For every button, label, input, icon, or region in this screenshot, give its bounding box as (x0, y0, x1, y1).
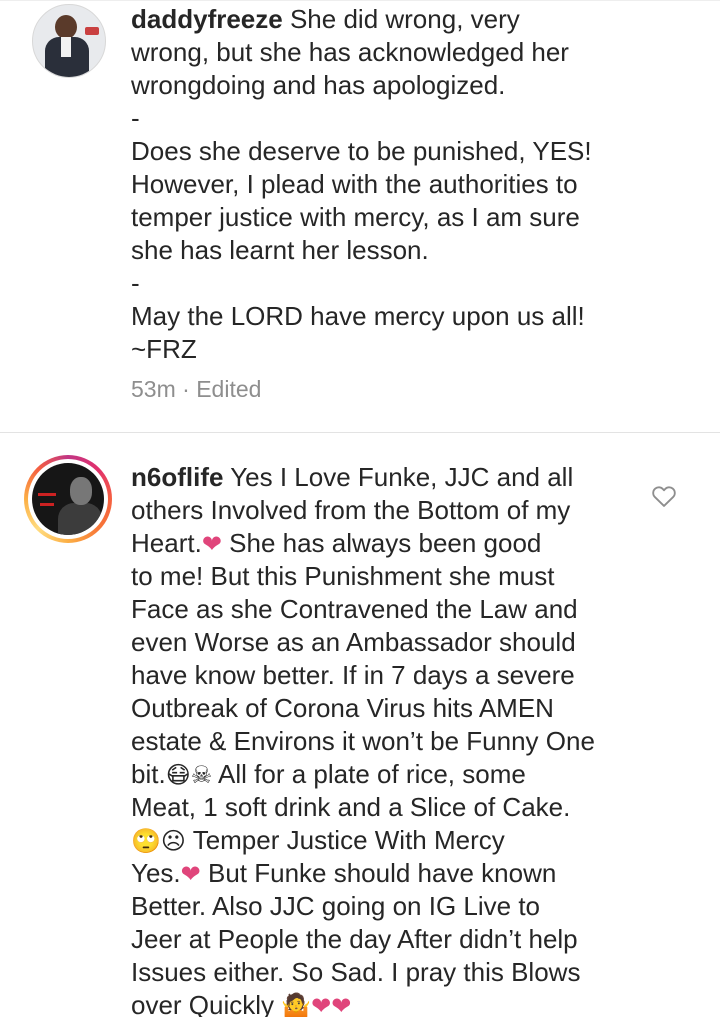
comment-text-segment: But Funke should have known (207, 858, 557, 888)
story-ring-gap (28, 459, 108, 539)
comment-line: have know better. If in 7 days a severe (131, 660, 575, 690)
comment-line: Issues either. So Sad. I pray this Blows (131, 957, 581, 987)
comment-text: n6oflife Yes I Love Funke, JJC and all o… (131, 461, 631, 1022)
avatar-body (58, 503, 102, 535)
comment-time[interactable]: 53m (131, 376, 176, 402)
comment-line: Better. Also JJC going on IG Live to (131, 891, 541, 921)
comment-line: - (131, 103, 140, 133)
bottom-fade (0, 1017, 720, 1032)
edited-label: Edited (196, 376, 262, 402)
comment-line: bit.😷☠ All for a plate of rice, some (131, 758, 631, 791)
comment-line: daddyfreeze She did wrong, very (131, 3, 631, 36)
comment-line: n6oflife Yes I Love Funke, JJC and all (131, 461, 631, 494)
heart-emoji: ❤ (331, 993, 352, 1020)
story-ring[interactable] (24, 455, 112, 543)
avatar[interactable] (32, 4, 106, 78)
avatar-shirt (61, 37, 71, 57)
comment-text-segment: Heart. (131, 528, 202, 558)
comment-text-segment: bit. (131, 759, 166, 789)
comment-text-segment: Temper Justice With Mercy (192, 825, 505, 855)
comment-line: Jeer at People the day After didn’t help (131, 924, 578, 954)
comment-text: daddyfreeze She did wrong, very wrong, b… (131, 3, 631, 366)
comment-line: others Involved from the Bottom of my (131, 495, 571, 525)
shrug-emoji: 🤷 (281, 993, 312, 1020)
comment-line: Does she deserve to be punished, YES! (131, 136, 592, 166)
comment-line: estate & Environs it won’t be Funny One (131, 726, 595, 756)
avatar-head (55, 15, 77, 39)
avatar-text-mark (38, 493, 56, 496)
comment-divider (0, 432, 720, 433)
avatar-text-mark (40, 503, 54, 506)
comment-line: - (131, 268, 140, 298)
comment-line: even Worse as an Ambassador should (131, 627, 576, 657)
like-heart-icon[interactable] (650, 482, 678, 510)
avatar-tag (85, 27, 99, 35)
heart-emoji: ❤ (201, 531, 222, 558)
comment-text-segment: She did wrong, very (289, 4, 520, 34)
comment-line: Face as she Contravened the Law and (131, 594, 578, 624)
comment-meta: 53m · Edited (131, 376, 261, 403)
eyeroll-emoji: 🙄 (131, 828, 161, 855)
comment-text-segment: She has always been good (229, 528, 542, 558)
comment-line: Meat, 1 soft drink and a Slice of Cake. (131, 792, 571, 822)
avatar[interactable] (32, 463, 104, 535)
comment-text-segment: All for a plate of rice, some (218, 759, 526, 789)
avatar-head (70, 477, 92, 505)
frown-emoji: ☹ (160, 828, 186, 855)
comment-line: she has learnt her lesson. (131, 235, 429, 265)
comment-text-segment: over Quickly (131, 990, 275, 1020)
skull-emoji: ☠ (190, 762, 213, 789)
heart-outline-icon (652, 486, 676, 507)
comment-line: Heart.❤ She has always been good (131, 527, 631, 560)
comment-item: daddyfreeze She did wrong, very wrong, b… (0, 0, 720, 432)
comment-line: ~FRZ (131, 334, 197, 364)
comment-line: wrong, but she has acknowledged her (131, 37, 569, 67)
mask-emoji: 😷 (165, 762, 191, 789)
comment-line: Yes.❤ But Funke should have known (131, 857, 631, 890)
meta-separator: · (182, 376, 190, 402)
comment-line: However, I plead with the authorities to (131, 169, 578, 199)
comment-line: Outbreak of Corona Virus hits AMEN (131, 693, 554, 723)
comment-line: May the LORD have mercy upon us all! (131, 301, 585, 331)
username-link[interactable]: n6oflife (131, 462, 223, 492)
comment-line: to me! But this Punishment she must (131, 561, 555, 591)
comment-line: wrongdoing and has apologized. (131, 70, 506, 100)
comment-text-segment: Yes I Love Funke, JJC and all (230, 462, 574, 492)
comment-line: temper justice with mercy, as I am sure (131, 202, 580, 232)
comment-line: 🙄☹ Temper Justice With Mercy (131, 824, 631, 857)
comment-text-segment: Yes. (131, 858, 181, 888)
heart-emoji: ❤ (311, 993, 332, 1020)
heart-emoji: ❤ (180, 861, 201, 888)
username-link[interactable]: daddyfreeze (131, 4, 283, 34)
